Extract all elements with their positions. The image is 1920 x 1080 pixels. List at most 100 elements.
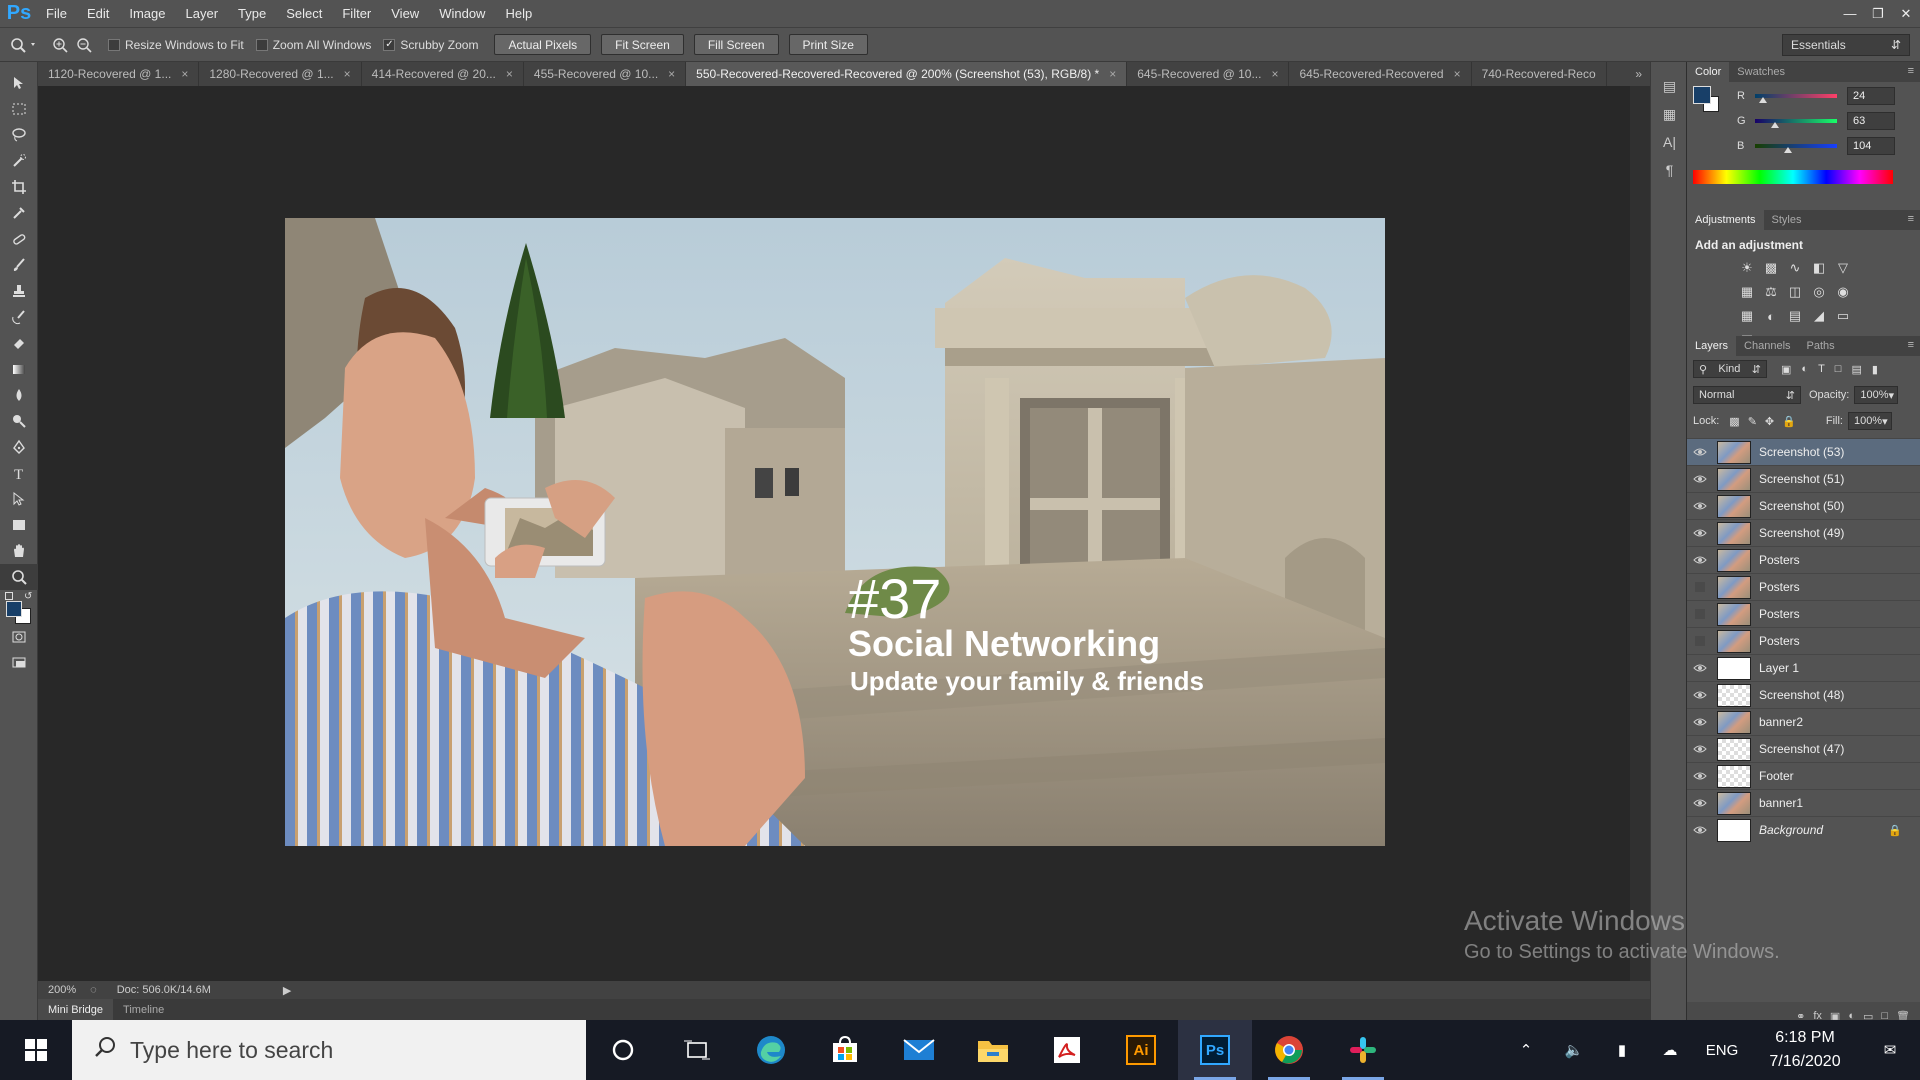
green-slider[interactable]: G 63 <box>1737 112 1895 130</box>
layer-row[interactable]: Posters <box>1687 627 1920 654</box>
color-balance-icon[interactable]: ⚖ <box>1759 280 1783 304</box>
menu-filter[interactable]: Filter <box>332 0 381 27</box>
gradient-map-icon[interactable]: ▭ <box>1831 304 1855 328</box>
type-filter-icon[interactable]: T <box>1818 363 1825 375</box>
channel-mixer-icon[interactable]: ◉ <box>1831 280 1855 304</box>
zoom-in-icon[interactable] <box>48 35 72 55</box>
print-size-button[interactable]: Print Size <box>788 34 868 55</box>
tab-layers[interactable]: Layers <box>1687 336 1737 356</box>
fit-screen-button[interactable]: Fit Screen <box>601 34 684 55</box>
adjustment-filter-icon[interactable]: ◐ <box>1801 363 1808 375</box>
opacity-field[interactable]: 100% ▾ <box>1854 386 1899 404</box>
pen-tool-icon[interactable] <box>0 434 38 460</box>
menu-layer[interactable]: Layer <box>176 0 229 27</box>
zoom-level[interactable]: 200% <box>48 984 76 996</box>
menu-select[interactable]: Select <box>276 0 332 27</box>
type-tool-icon[interactable]: T <box>0 460 38 486</box>
doc-tab[interactable]: 455-Recovered @ 10... × <box>524 62 687 86</box>
volume-icon[interactable]: 🔈 <box>1550 1041 1598 1059</box>
doc-tab[interactable]: 414-Recovered @ 20... × <box>362 62 524 86</box>
brush-tool-icon[interactable] <box>0 252 38 278</box>
eye-icon[interactable] <box>1687 717 1713 727</box>
threshold-icon[interactable]: ◢ <box>1807 304 1831 328</box>
resize-windows-checkbox[interactable]: Resize Windows to Fit <box>108 38 244 52</box>
menu-edit[interactable]: Edit <box>77 0 119 27</box>
menu-type[interactable]: Type <box>228 0 276 27</box>
doc-tab[interactable]: 645-Recovered-Recovered × <box>1289 62 1472 86</box>
document-canvas[interactable]: #37 Social Networking Update your family… <box>285 218 1385 846</box>
rectangle-tool-icon[interactable] <box>0 512 38 538</box>
foreground-color-swatch[interactable] <box>6 601 22 617</box>
eyedropper-tool-icon[interactable] <box>0 200 38 226</box>
menu-file[interactable]: File <box>36 0 77 27</box>
eye-icon[interactable] <box>1687 555 1713 565</box>
exposure-icon[interactable]: ◧ <box>1807 256 1831 280</box>
quick-selection-tool-icon[interactable] <box>0 148 38 174</box>
hidden-layer-toggle[interactable] <box>1687 582 1713 592</box>
menu-help[interactable]: Help <box>495 0 542 27</box>
pixel-filter-icon[interactable]: ▣ <box>1781 363 1791 376</box>
lock-position-icon[interactable]: ✥ <box>1765 415 1774 428</box>
close-tab-icon[interactable]: × <box>181 67 188 81</box>
layer-row[interactable]: Screenshot (47) <box>1687 735 1920 762</box>
doc-tab-active[interactable]: 550-Recovered-Recovered-Recovered @ 200%… <box>686 62 1128 86</box>
tab-swatches[interactable]: Swatches <box>1729 62 1793 82</box>
healing-brush-tool-icon[interactable] <box>0 226 38 252</box>
tab-paths[interactable]: Paths <box>1799 336 1843 356</box>
task-view-icon[interactable] <box>660 1020 734 1080</box>
tab-styles[interactable]: Styles <box>1764 210 1810 230</box>
restore-button[interactable]: ❐ <box>1864 0 1892 27</box>
eye-icon[interactable] <box>1687 825 1713 835</box>
lock-transparent-icon[interactable]: ▩ <box>1729 415 1739 428</box>
red-track[interactable] <box>1755 94 1837 103</box>
tab-adjustments[interactable]: Adjustments <box>1687 210 1764 230</box>
photoshop-icon[interactable]: Ps <box>1178 1020 1252 1080</box>
taskbar-search-box[interactable]: Type here to search <box>72 1020 586 1080</box>
doc-tab[interactable]: 645-Recovered @ 10... × <box>1127 62 1290 86</box>
green-thumb[interactable] <box>1771 122 1780 128</box>
screen-mode-icon[interactable] <box>0 650 38 676</box>
layer-row[interactable]: Background 🔒 <box>1687 816 1920 843</box>
eye-icon[interactable] <box>1687 501 1713 511</box>
layer-row[interactable]: Screenshot (51) <box>1687 465 1920 492</box>
menu-view[interactable]: View <box>381 0 429 27</box>
slack-icon[interactable] <box>1326 1020 1400 1080</box>
blur-tool-icon[interactable] <box>0 382 38 408</box>
status-menu-arrow-icon[interactable]: ▶ <box>283 984 291 997</box>
zoom-tool-icon[interactable] <box>0 564 38 590</box>
canvas-area[interactable]: #37 Social Networking Update your family… <box>38 86 1650 981</box>
menu-window[interactable]: Window <box>429 0 495 27</box>
red-value-field[interactable]: 24 <box>1847 87 1895 105</box>
battery-icon[interactable]: ▮ <box>1598 1041 1646 1059</box>
posterize-icon[interactable]: ▤ <box>1783 304 1807 328</box>
close-tab-icon[interactable]: × <box>1109 67 1116 81</box>
zoom-all-windows-checkbox[interactable]: Zoom All Windows <box>255 38 371 52</box>
lock-all-icon[interactable]: 🔒 <box>1782 415 1796 428</box>
color-lookup-icon[interactable]: ▦ <box>1735 304 1759 328</box>
status-share-icon[interactable]: ◌ <box>90 984 97 996</box>
eye-icon[interactable] <box>1687 474 1713 484</box>
layer-row[interactable]: banner2 <box>1687 708 1920 735</box>
vertical-scrollbar[interactable] <box>1630 86 1650 981</box>
eye-icon[interactable] <box>1687 798 1713 808</box>
green-value-field[interactable]: 63 <box>1847 112 1895 130</box>
photo-filter-icon[interactable]: ◎ <box>1807 280 1831 304</box>
cortana-icon[interactable] <box>586 1020 660 1080</box>
mail-icon[interactable] <box>882 1020 956 1080</box>
hidden-layer-toggle[interactable] <box>1687 609 1713 619</box>
show-hidden-icons-icon[interactable]: ⌃ <box>1502 1041 1550 1059</box>
eye-icon[interactable] <box>1687 663 1713 673</box>
workspace-select[interactable]: Essentials ⇵ <box>1782 34 1910 56</box>
hidden-layer-toggle[interactable] <box>1687 636 1713 646</box>
panel-menu-icon[interactable]: ≡ <box>1908 65 1914 77</box>
clock[interactable]: 6:18 PM 7/16/2020 <box>1750 1026 1860 1074</box>
color-spectrum-bar[interactable] <box>1693 170 1893 184</box>
history-panel-icon[interactable]: ▤ <box>1651 72 1688 100</box>
brightness-contrast-icon[interactable]: ☀ <box>1735 256 1759 280</box>
clone-stamp-tool-icon[interactable] <box>0 278 38 304</box>
panel-menu-icon[interactable]: ≡ <box>1908 213 1914 225</box>
more-tabs-icon[interactable]: » <box>1635 62 1642 86</box>
doc-tab[interactable]: 740-Recovered-Reco <box>1472 62 1607 86</box>
red-thumb[interactable] <box>1758 97 1767 103</box>
fill-screen-button[interactable]: Fill Screen <box>693 34 779 55</box>
